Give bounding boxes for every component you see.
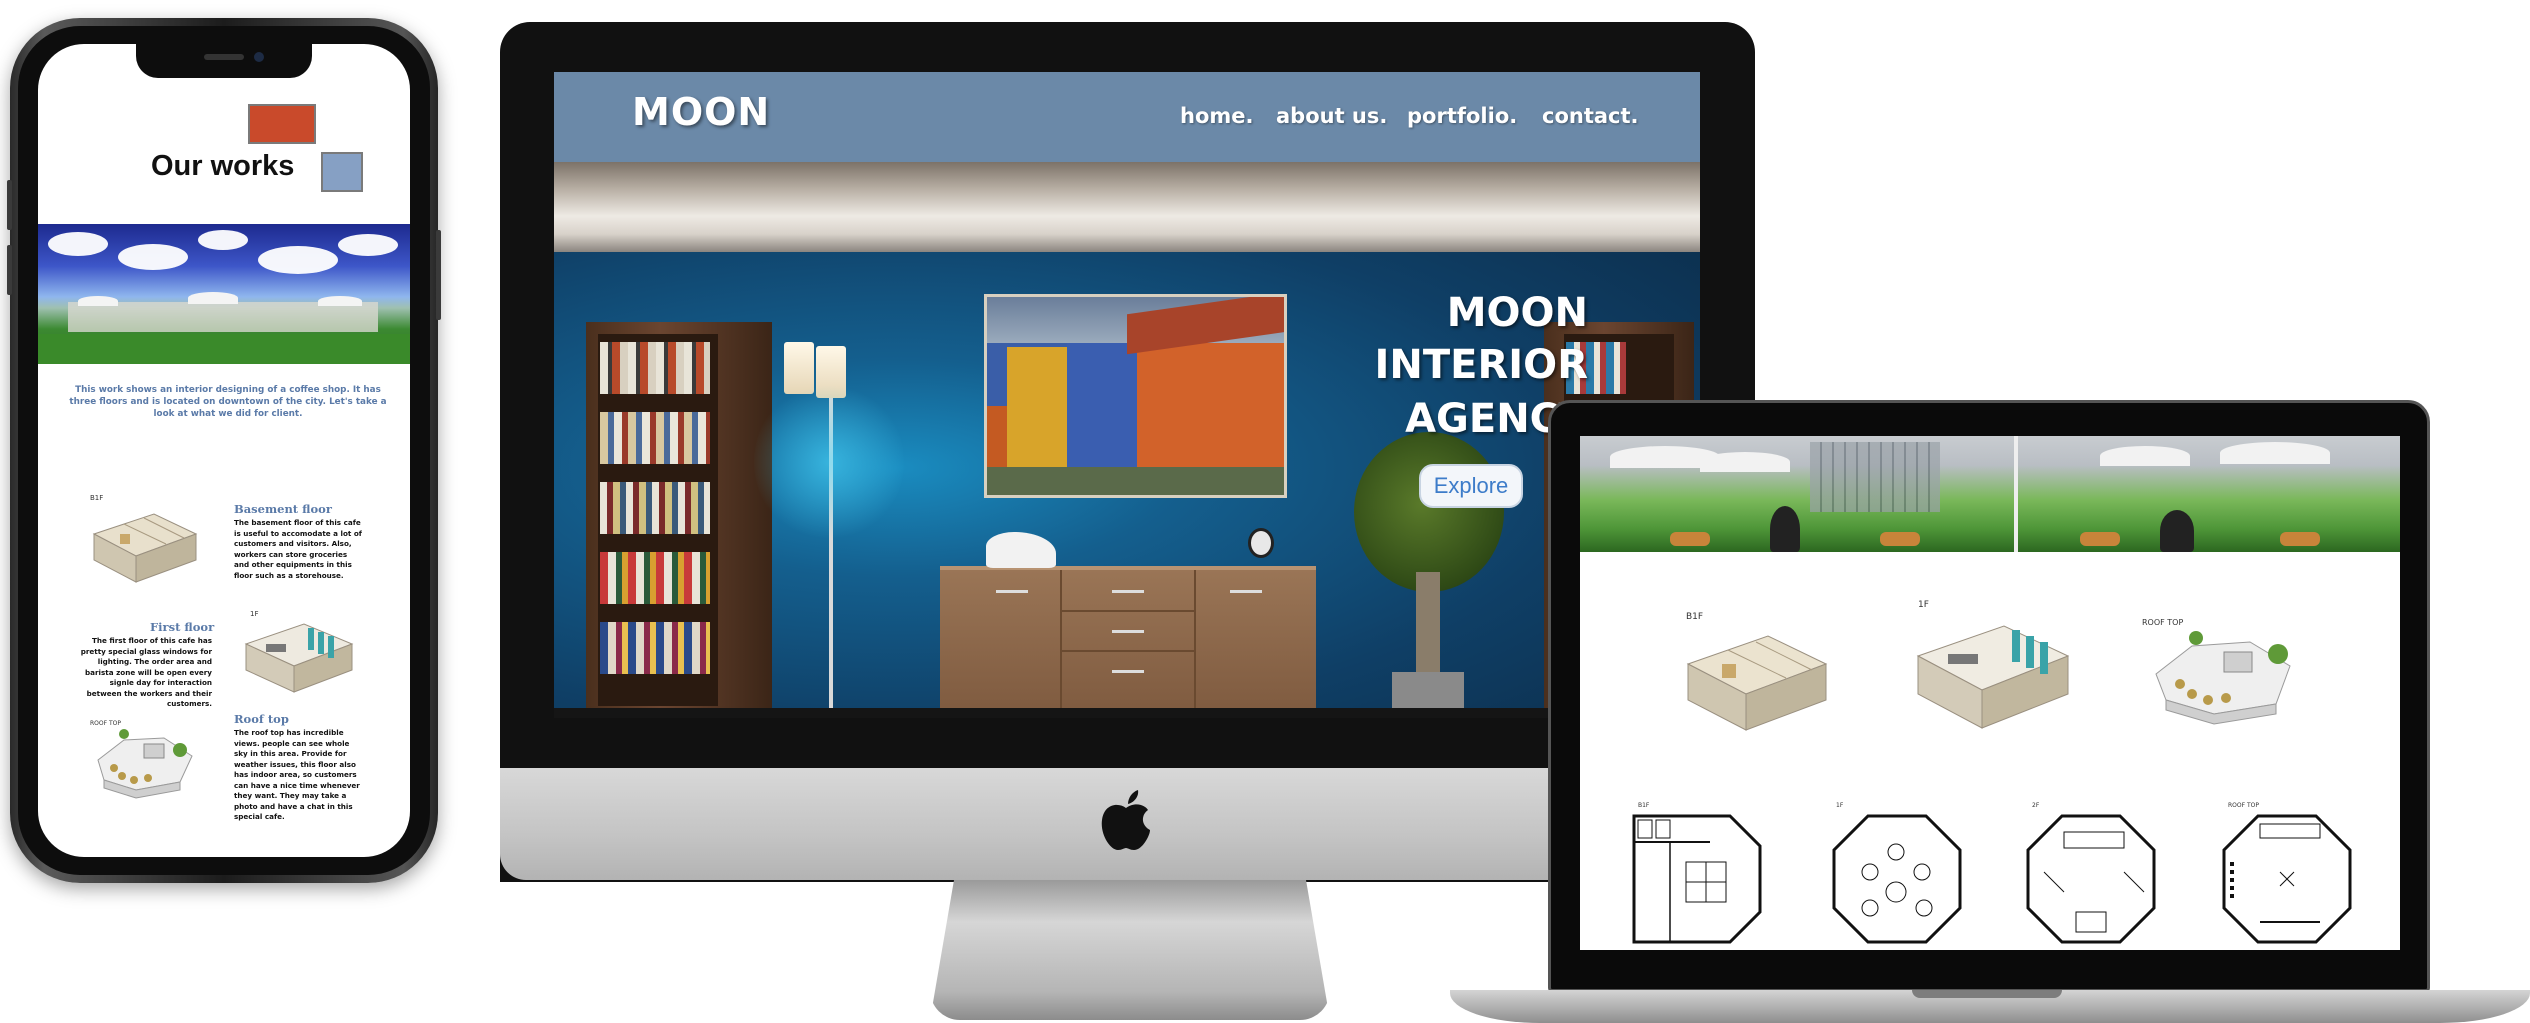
- rooftop-render: [2155, 631, 2291, 725]
- basement-heading: Basement floor: [234, 502, 332, 516]
- phone-notch: [136, 44, 312, 78]
- plan-label-b1f: B1F: [1638, 802, 1650, 809]
- 1f-floor-plan: [1832, 814, 1962, 944]
- mobile-screen: Our works This work shows an interior de…: [38, 44, 410, 857]
- dresser: [940, 566, 1316, 718]
- first-floor-render: [244, 623, 354, 693]
- 2f-floor-plan: [2026, 814, 2156, 944]
- laptop-screen: B1F 1F ROOF TOP B1F 1F 2F ROOF TOP: [1580, 436, 2400, 950]
- site-header: MOON home. about us. portfolio. contact.: [554, 72, 1700, 162]
- wall-painting: [984, 294, 1287, 498]
- lamp-glow: [754, 382, 904, 542]
- desktop-screen: MOON home. about us. portfolio. contact.…: [554, 72, 1700, 718]
- banner-divider: [2014, 436, 2018, 552]
- page-title: Our works: [151, 150, 295, 182]
- site-logo[interactable]: MOON: [632, 90, 770, 134]
- render-label-1f: 1F: [1918, 600, 1929, 610]
- decorative-blue-square: [321, 152, 363, 192]
- rooftop-floor-plan: [2222, 814, 2352, 944]
- basement-description: The basement floor of this cafe is usefu…: [234, 518, 362, 580]
- roof-top-heading: Roof top: [234, 712, 289, 726]
- b1f-render: [1686, 635, 1828, 731]
- coffee-shop-banner-image: [38, 224, 410, 364]
- bonsai-plant: [1354, 432, 1504, 592]
- phone-volume-up: [7, 180, 12, 230]
- front-camera: [254, 52, 264, 62]
- hero-title-line-2: INTERIOR: [1374, 342, 1588, 388]
- render-label-b1f: B1F: [1686, 612, 1704, 622]
- plant-trunk: [1416, 572, 1440, 682]
- nav-portfolio[interactable]: portfolio.: [1407, 104, 1517, 128]
- 1f-render: [1916, 625, 2070, 729]
- bookshelf-left: [586, 322, 772, 718]
- plan-label-2f: 2F: [2032, 802, 2040, 809]
- nav-contact[interactable]: contact.: [1542, 104, 1639, 128]
- speaker-grille: [204, 54, 244, 60]
- roof-top-render: [97, 729, 193, 799]
- plan-label-rooftop: ROOF TOP: [2228, 802, 2259, 809]
- roof-top-description: The roof top has incredible views. peopl…: [234, 728, 360, 821]
- nav-about-us[interactable]: about us.: [1276, 104, 1387, 128]
- hero-title-line-1: MOON: [1446, 290, 1588, 336]
- phone-volume-down: [7, 245, 12, 295]
- laptop-opening-notch: [1912, 990, 2062, 998]
- first-floor-heading: First floor: [150, 620, 215, 634]
- floor-strip: [554, 708, 1700, 718]
- basement-floor-render: [92, 513, 198, 583]
- imac-stand: [930, 880, 1330, 1020]
- coffee-shop-banner-wide: [1580, 436, 2400, 552]
- b1f-floor-plan: [1632, 814, 1762, 944]
- apple-logo-icon: [1101, 790, 1150, 850]
- intro-text: This work shows an interior designing of…: [69, 385, 387, 419]
- ceiling-molding: [554, 162, 1700, 252]
- plan-label-1f: 1F: [1836, 802, 1844, 809]
- nav-home[interactable]: home.: [1180, 104, 1253, 128]
- floor-label-b1f: B1F: [90, 494, 104, 502]
- phone-side-button: [436, 230, 441, 320]
- decorative-red-square: [248, 104, 316, 144]
- first-floor-description: The first floor of this cafe has pretty …: [80, 636, 212, 708]
- alarm-clock: [1248, 528, 1274, 558]
- explore-button[interactable]: Explore: [1419, 464, 1523, 508]
